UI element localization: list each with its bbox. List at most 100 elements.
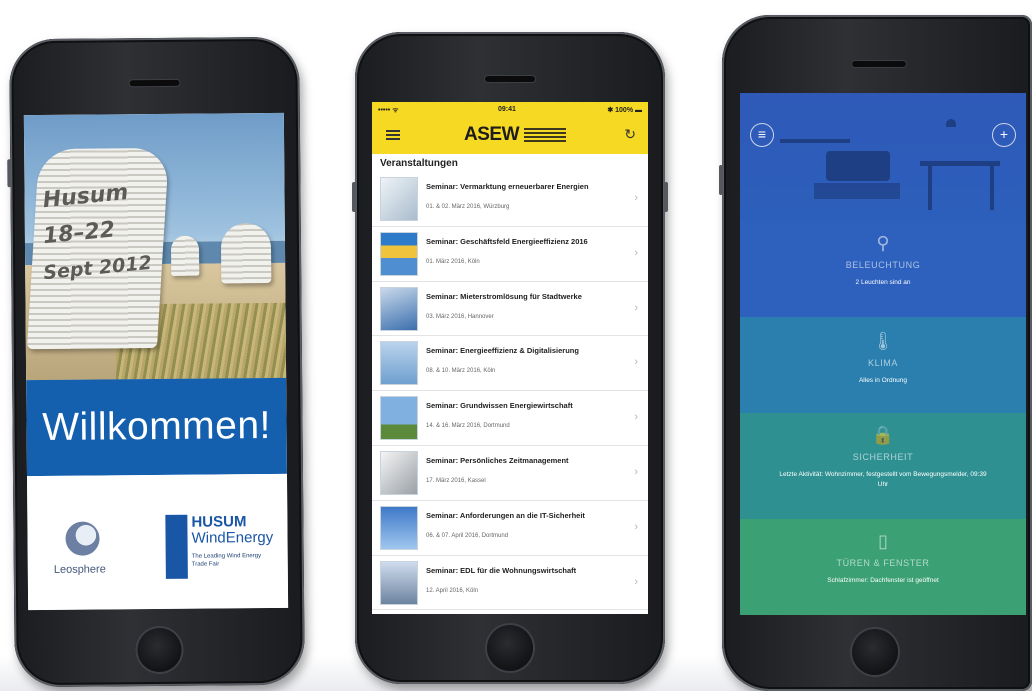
home-button[interactable]	[487, 625, 533, 671]
chevron-right-icon: ›	[634, 356, 638, 369]
refresh-icon[interactable]: ↻	[624, 126, 636, 143]
power-button	[664, 182, 668, 212]
room-sofa	[826, 151, 890, 181]
chevron-right-icon: ›	[634, 301, 638, 314]
event-row[interactable]: Seminar: Geschäftsfeld Energieeffizienz …	[372, 227, 648, 282]
husum-logo-line2: WindEnergy	[191, 528, 274, 547]
event-meta: 01. März 2016, Köln	[426, 258, 480, 265]
section-security-status: Letzte Aktivität: Wohnzimmer, festgestel…	[779, 471, 987, 488]
beach-chair-small	[170, 235, 200, 276]
phone-husum: Husum 18–22 Sept 2012 Willkommen! Leosph…	[7, 36, 305, 688]
event-row[interactable]: Seminar: Anforderungen an die IT-Sicherh…	[372, 501, 648, 556]
event-thumbnail	[380, 396, 418, 441]
section-doors-windows-status: Schlafzimmer: Dachfenster ist geöffnet	[827, 577, 939, 584]
husum-tagline: The Leading Wind Energy Trade Fair	[191, 553, 262, 568]
event-list: Seminar: Vermarktung erneuerbarer Energi…	[372, 172, 648, 611]
event-meta: 01. & 02. März 2016, Würzburg	[426, 204, 510, 210]
sponsor-logos: Leosphere HUSUM WindEnergy The Leading W…	[26, 473, 289, 611]
section-security[interactable]: 🔒 SICHERHEIT Letzte Aktivität: Wohnzimme…	[740, 413, 1026, 519]
section-security-title: SICHERHEIT	[852, 452, 914, 462]
event-row[interactable]: Seminar: Mieterstromlösung für Stadtwerk…	[372, 282, 648, 337]
chevron-right-icon: ›	[634, 575, 638, 588]
room-rug	[814, 183, 900, 199]
event-row[interactable]: Seminar: Vermarktung erneuerbarer Energi…	[372, 172, 648, 227]
room-table	[920, 161, 1000, 166]
event-thumbnail	[380, 450, 418, 495]
home-button[interactable]	[137, 627, 182, 673]
earpiece	[129, 79, 180, 87]
husum-logo-icon	[165, 514, 188, 579]
room-lamp	[946, 119, 956, 127]
event-row[interactable]: Seminar: EDL für die Wohnungswirtschaft 1…	[372, 556, 648, 611]
screen-husum: Husum 18–22 Sept 2012 Willkommen! Leosph…	[23, 112, 289, 611]
hamburger-icon[interactable]	[386, 130, 400, 140]
event-thumbnail	[380, 505, 418, 550]
asew-logo: ASEW	[464, 124, 520, 145]
event-title: Seminar: Grundwissen Energiewirtschaft	[426, 401, 573, 411]
earpiece	[852, 61, 906, 67]
status-time: 09:41	[498, 106, 516, 113]
section-climate-title: KLIMA	[867, 358, 898, 368]
status-bar: ••••• ᯤ 09:41 ✱ 100% ▬	[372, 102, 648, 118]
room-illustration: ≡ +	[740, 93, 1026, 221]
section-lighting-status: 2 Leuchten sind an	[855, 279, 911, 286]
asew-logo-subline	[524, 128, 566, 142]
room-shelf	[780, 139, 850, 143]
volume-button	[719, 165, 723, 195]
section-climate[interactable]: 🌡 KLIMA Alles in Ordnung	[740, 317, 1026, 413]
event-row[interactable]: Seminar: Grundwissen Energiewirtschaft 14…	[372, 391, 648, 446]
home-button[interactable]	[852, 629, 898, 675]
volume-button	[7, 159, 12, 188]
room-table-leg	[990, 166, 994, 210]
event-meta: 03. März 2016, Hannover	[426, 313, 494, 320]
beach-chair-medium	[220, 223, 272, 284]
leosphere-label: Leosphere	[53, 563, 106, 576]
room-table-leg	[928, 166, 932, 210]
event-title: Seminar: EDL für die Wohnungswirtschaft	[426, 565, 577, 575]
earpiece	[485, 76, 535, 82]
event-row[interactable]: Seminar: Energieeffizienz & Digitalisier…	[372, 336, 648, 392]
section-title: Veranstaltungen	[380, 158, 458, 169]
screen-smarthome: ≡ + ⚲ BELEUCHTUNG 2 Leuchten sind an 🌡 K…	[740, 93, 1026, 615]
event-thumbnail	[380, 286, 418, 331]
leosphere-logo-icon	[65, 521, 100, 556]
section-doors-windows-title: TÜREN & FENSTER	[836, 558, 930, 568]
phone-asew: ••••• ᯤ 09:41 ✱ 100% ▬ ASEW ↻ Veranstalt…	[352, 32, 668, 684]
event-thumbnail	[380, 177, 418, 221]
screen-asew: ••••• ᯤ 09:41 ✱ 100% ▬ ASEW ↻ Veranstalt…	[372, 102, 648, 614]
carrier-signal: ••••• ᯤ	[378, 107, 399, 114]
welcome-banner: Willkommen!	[26, 377, 287, 477]
event-meta: 06. & 07. April 2016, Dortmund	[426, 532, 509, 539]
beach-photo: Husum 18–22 Sept 2012	[23, 112, 287, 381]
lock-icon: 🔒	[871, 425, 895, 445]
section-doors-windows[interactable]: ▯ TÜREN & FENSTER Schlafzimmer: Dachfens…	[740, 519, 1026, 615]
event-meta: 17. März 2016, Kassel	[426, 477, 486, 484]
door-icon: ▯	[878, 531, 888, 551]
event-thumbnail	[380, 231, 418, 276]
thermometer-icon: 🌡	[871, 331, 895, 351]
event-row[interactable]: Seminar: Persönliches Zeitmanagement 17. …	[372, 446, 648, 501]
chevron-right-icon: ›	[634, 465, 638, 478]
app-header: ASEW ↻	[372, 118, 648, 154]
event-title: Seminar: Mieterstromlösung für Stadtwerk…	[426, 291, 582, 301]
plus-icon[interactable]: +	[992, 123, 1016, 147]
husum-logo-line1: HUSUM	[191, 513, 247, 531]
event-thumbnail	[380, 560, 418, 605]
event-thumbnail	[380, 341, 418, 386]
phone-smarthome: ≡ + ⚲ BELEUCHTUNG 2 Leuchten sind an 🌡 K…	[719, 15, 1032, 691]
section-lighting-title: BELEUCHTUNG	[845, 260, 921, 270]
event-meta: 14. & 16. März 2016, Dortmund	[426, 423, 510, 430]
volume-button	[352, 182, 356, 212]
event-title: Seminar: Persönliches Zeitmanagement	[426, 455, 569, 465]
event-title: Seminar: Vermarktung erneuerbarer Energi…	[426, 182, 589, 191]
event-title: Seminar: Energieeffizienz & Digitalisier…	[426, 346, 579, 356]
menu-icon[interactable]: ≡	[750, 123, 774, 147]
chevron-right-icon: ›	[634, 411, 638, 424]
section-lighting[interactable]: ⚲ BELEUCHTUNG 2 Leuchten sind an	[740, 221, 1026, 317]
chevron-right-icon: ›	[634, 192, 638, 204]
event-title: Seminar: Anforderungen an die IT-Sicherh…	[426, 510, 585, 520]
battery-indicator: ✱ 100% ▬	[607, 107, 642, 114]
lightbulb-icon: ⚲	[876, 233, 890, 253]
event-title: Seminar: Geschäftsfeld Energieeffizienz …	[426, 236, 588, 246]
event-meta: 12. April 2016, Köln	[426, 587, 479, 594]
